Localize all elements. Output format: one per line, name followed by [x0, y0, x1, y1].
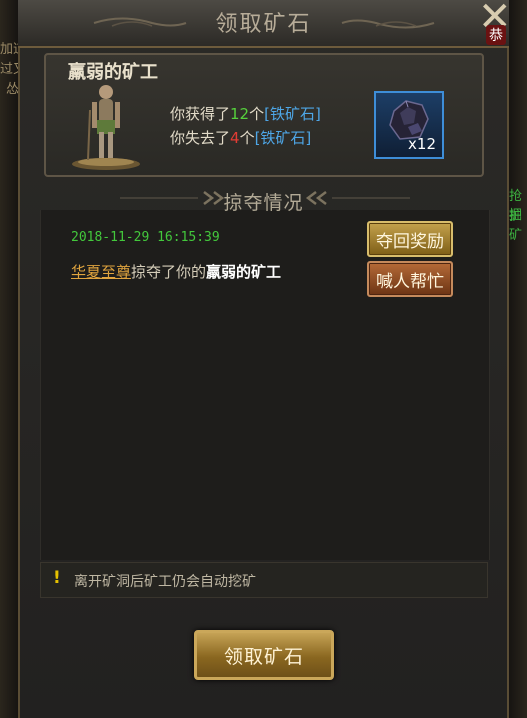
gain-count: 12	[230, 105, 250, 123]
gain-prefix: 你获得了	[170, 105, 231, 123]
call-help-button[interactable]: 喊人帮忙	[367, 261, 453, 297]
tip-text: 离开矿洞后矿工仍会自动挖矿	[74, 574, 256, 590]
exclamation-icon: !	[53, 568, 61, 588]
tip-bar: ! 离开矿洞后矿工仍会自动挖矿	[40, 562, 488, 598]
lose-prefix: 你失去了	[170, 129, 231, 147]
dialog-title: 领取矿石	[215, 12, 312, 37]
record-text: 华夏至尊掠夺了你的羸弱的矿工	[71, 261, 281, 282]
close-button[interactable]: ✕ 恭	[472, 0, 527, 48]
gain-item-name: [铁矿石]	[264, 105, 321, 123]
lose-suffix: 个	[239, 129, 255, 147]
retake-reward-button[interactable]: 夺回奖励	[367, 221, 453, 257]
miner-portrait	[72, 85, 140, 170]
record-action: 掠夺了你的	[131, 263, 207, 281]
lose-count: 4	[230, 129, 240, 147]
reward-item-slot[interactable]: x12	[374, 91, 444, 159]
record-target: 羸弱的矿工	[206, 263, 282, 281]
record-time: 2018-11-29 16:15:39	[71, 230, 220, 245]
gain-suffix: 个	[249, 105, 265, 123]
background-left-edge	[0, 0, 20, 718]
section-title: 掠夺情况	[223, 192, 304, 214]
close-badge: 恭	[486, 25, 506, 45]
background-right-edge	[507, 0, 527, 718]
lose-line: 你失去了4个[铁矿石]	[170, 127, 311, 148]
claim-ore-button[interactable]: 领取矿石	[194, 630, 334, 680]
gain-line: 你获得了12个[铁矿石]	[170, 103, 321, 124]
player-link[interactable]: 华夏至尊	[71, 263, 131, 281]
lose-item-name: [铁矿石]	[254, 129, 312, 147]
item-count: x12	[408, 135, 436, 153]
